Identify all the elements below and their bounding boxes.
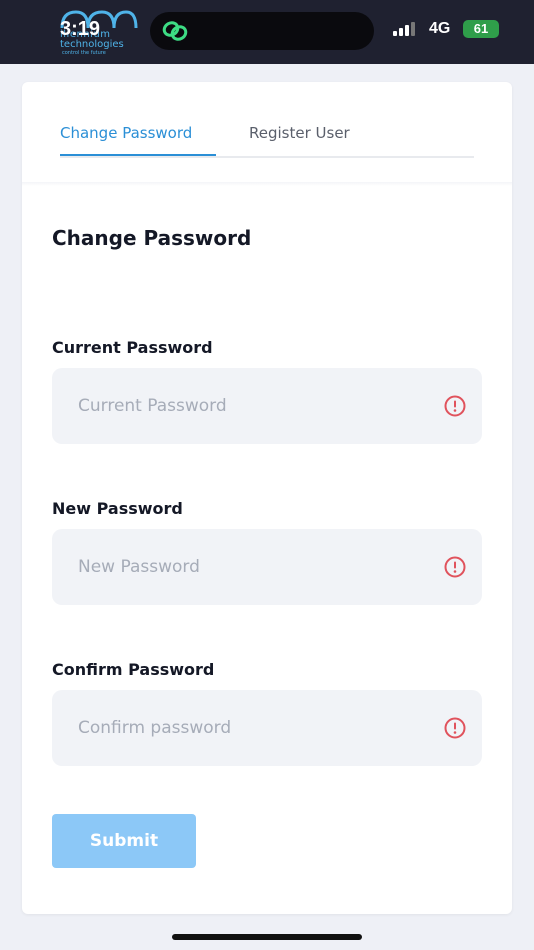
confirm-password-label: Confirm Password — [52, 660, 215, 679]
tab-bar: Change Password Register User — [60, 118, 474, 158]
network-type: 4G — [429, 20, 451, 37]
battery-level: 61 — [473, 21, 489, 36]
new-password-input[interactable] — [52, 529, 432, 605]
logo-tagline: control the future — [62, 50, 106, 56]
confirm-password-input[interactable] — [52, 690, 432, 766]
error-circle-icon — [444, 556, 466, 578]
confirm-password-field — [52, 690, 482, 766]
header-divider — [22, 182, 512, 186]
error-circle-icon — [444, 395, 466, 417]
home-indicator[interactable] — [172, 934, 362, 940]
new-password-label: New Password — [52, 499, 183, 518]
error-circle-icon — [444, 717, 466, 739]
tab-register-user[interactable]: Register User — [249, 124, 350, 142]
current-password-label: Current Password — [52, 338, 213, 357]
active-tab-indicator — [60, 154, 216, 156]
logo-line2: technologies — [60, 39, 124, 50]
status-bar: illennium technologies control the futur… — [0, 0, 534, 64]
dynamic-island — [150, 12, 374, 50]
signal-icon — [393, 22, 417, 36]
current-password-input[interactable] — [52, 368, 432, 444]
tab-change-password[interactable]: Change Password — [60, 124, 192, 142]
status-time: 3:19 — [60, 18, 101, 40]
submit-button[interactable]: Submit — [52, 814, 196, 868]
form-title: Change Password — [52, 226, 252, 250]
battery-icon: 61 — [463, 20, 499, 38]
current-password-field — [52, 368, 482, 444]
link-icon — [162, 21, 188, 41]
new-password-field — [52, 529, 482, 605]
change-password-card: Change Password Register User Change Pas… — [22, 82, 512, 914]
